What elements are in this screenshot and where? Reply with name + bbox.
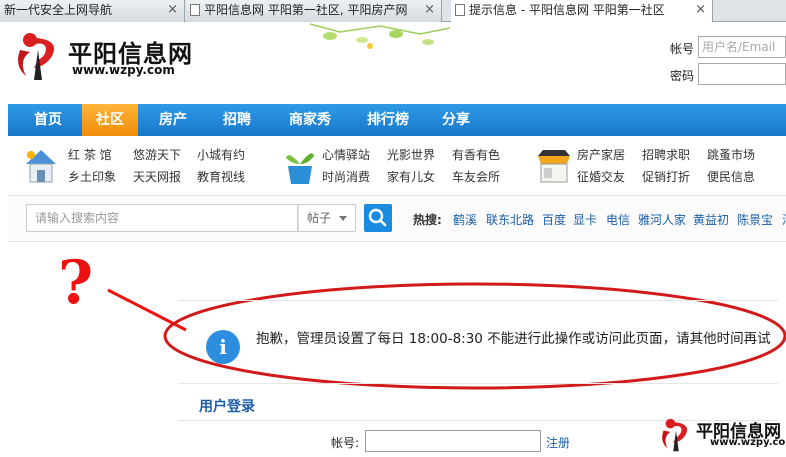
tab-title: 提示信息 - 平阳信息网 平阳第一社区 xyxy=(469,3,665,17)
sublink-flea-market[interactable]: 跳蚤市场 xyxy=(707,146,755,163)
close-tab-icon[interactable]: × xyxy=(167,0,178,20)
hot-word[interactable]: 陈景宝 xyxy=(737,211,773,228)
sublink-tea-house[interactable]: 红 茶 馆 xyxy=(68,146,112,163)
nav-item-rankings[interactable]: 排行榜 xyxy=(354,104,422,136)
sublink-photo[interactable]: 光影世界 xyxy=(387,146,435,163)
site-logo-url: www.wzpy.com xyxy=(72,63,175,77)
browser-tab-2[interactable]: 平阳信息网 平阳第一社区, 平阳房产网 × xyxy=(186,0,442,22)
tab-title: 新一代安全上网导航 xyxy=(4,3,113,17)
access-restriction-message: 抱歉，管理员设置了每日 18:00-8:30 不能进行此操作或访问此页面，请其他… xyxy=(256,331,771,347)
nav-item-home[interactable]: 首页 xyxy=(20,104,76,136)
browser-tab-strip: 新一代安全上网导航 × 平阳信息网 平阳第一社区, 平阳房产网 × 提示信息 -… xyxy=(0,0,786,23)
watermark-logo-icon xyxy=(662,418,688,452)
hot-search-label: 热搜: xyxy=(413,213,442,227)
info-icon: i xyxy=(206,330,240,364)
sublink-daily-news[interactable]: 天天网报 xyxy=(133,168,181,185)
sublink-home-decor[interactable]: 房产家居 xyxy=(577,146,625,163)
sublink-family[interactable]: 家有儿女 xyxy=(387,168,435,185)
sub-links-panel: 红 茶 馆 悠游天下 小城有约 乡土印象 天天网报 教育视线 心情驿站 光影世界… xyxy=(8,136,786,196)
account-label: 帐号: xyxy=(331,436,360,450)
hot-word[interactable]: 显卡 xyxy=(573,211,597,228)
search-button[interactable] xyxy=(364,204,392,232)
hot-word[interactable]: 百度 xyxy=(542,211,566,228)
hot-word[interactable]: 海 xyxy=(782,211,786,228)
watermark-url: www.wzpy.com xyxy=(710,437,786,448)
register-link[interactable]: 注册 xyxy=(546,434,570,451)
page-icon xyxy=(190,4,200,16)
search-bar: 请输入搜索内容 帖子 热搜: 鹤溪 联东北路 百度 显卡 电信 雅河人家 黄益初… xyxy=(8,196,786,242)
chevron-down-icon xyxy=(339,216,347,221)
sublink-fashion[interactable]: 时尚消费 xyxy=(322,168,370,185)
leaf-decoration xyxy=(309,23,451,49)
search-input[interactable]: 请输入搜索内容 xyxy=(26,204,298,232)
hot-word[interactable]: 电信 xyxy=(606,211,630,228)
main-nav: 首页 社区 房产 招聘 商家秀 排行榜 分享 xyxy=(8,104,786,136)
tab-title: 平阳信息网 平阳第一社区, 平阳房产网 xyxy=(204,3,408,17)
header-password-label: 密码 xyxy=(670,69,695,83)
nav-item-share[interactable]: 分享 xyxy=(430,104,482,136)
header-account-label: 帐号 xyxy=(670,42,695,56)
sublink-education[interactable]: 教育视线 xyxy=(197,168,245,185)
account-input[interactable] xyxy=(365,430,541,452)
sublink-recruit[interactable]: 招聘求职 xyxy=(642,146,690,163)
page-icon xyxy=(455,4,465,16)
header-username-input[interactable]: 用户名/Email xyxy=(698,36,786,58)
sublink-car-club[interactable]: 车友会所 xyxy=(452,168,500,185)
plant-icon xyxy=(286,153,314,184)
sublink-mood[interactable]: 心情驿站 xyxy=(322,146,370,163)
search-type-dropdown[interactable]: 帖子 xyxy=(298,204,356,232)
sublink-local[interactable]: 乡土印象 xyxy=(68,168,116,185)
nav-item-jobs[interactable]: 招聘 xyxy=(208,104,266,136)
nav-item-merchants[interactable]: 商家秀 xyxy=(276,104,344,136)
browser-tab-1[interactable]: 新一代安全上网导航 × xyxy=(0,0,185,22)
hot-word[interactable]: 鹤溪 xyxy=(453,211,477,228)
sublink-city-date[interactable]: 小城有约 xyxy=(197,146,245,163)
nav-item-community[interactable]: 社区 xyxy=(82,104,138,136)
sublink-travel[interactable]: 悠游天下 xyxy=(133,146,181,163)
sublink-promotions[interactable]: 促销打折 xyxy=(642,168,690,185)
sublink-dating[interactable]: 征婚交友 xyxy=(577,168,625,185)
browser-tab-3-active[interactable]: 提示信息 - 平阳信息网 平阳第一社区 × xyxy=(451,0,713,23)
shop-icon xyxy=(538,150,570,183)
site-logo-icon[interactable] xyxy=(12,30,64,80)
search-type-value: 帖子 xyxy=(307,211,332,225)
nav-item-housing[interactable]: 房产 xyxy=(144,104,202,136)
header-password-input[interactable] xyxy=(698,63,786,85)
hot-word[interactable]: 联东北路 xyxy=(486,211,534,228)
question-mark-annotation: ? xyxy=(58,248,94,318)
house-icon xyxy=(26,150,56,183)
search-icon xyxy=(368,208,387,227)
close-tab-icon[interactable]: × xyxy=(424,0,435,20)
sublink-fragrance[interactable]: 有香有色 xyxy=(452,146,500,163)
close-tab-icon[interactable]: × xyxy=(695,0,706,20)
hot-word[interactable]: 雅河人家 xyxy=(638,211,686,228)
login-section-title: 用户登录 xyxy=(199,399,255,415)
sublink-services[interactable]: 便民信息 xyxy=(707,168,755,185)
hot-word[interactable]: 黄益初 xyxy=(693,211,729,228)
